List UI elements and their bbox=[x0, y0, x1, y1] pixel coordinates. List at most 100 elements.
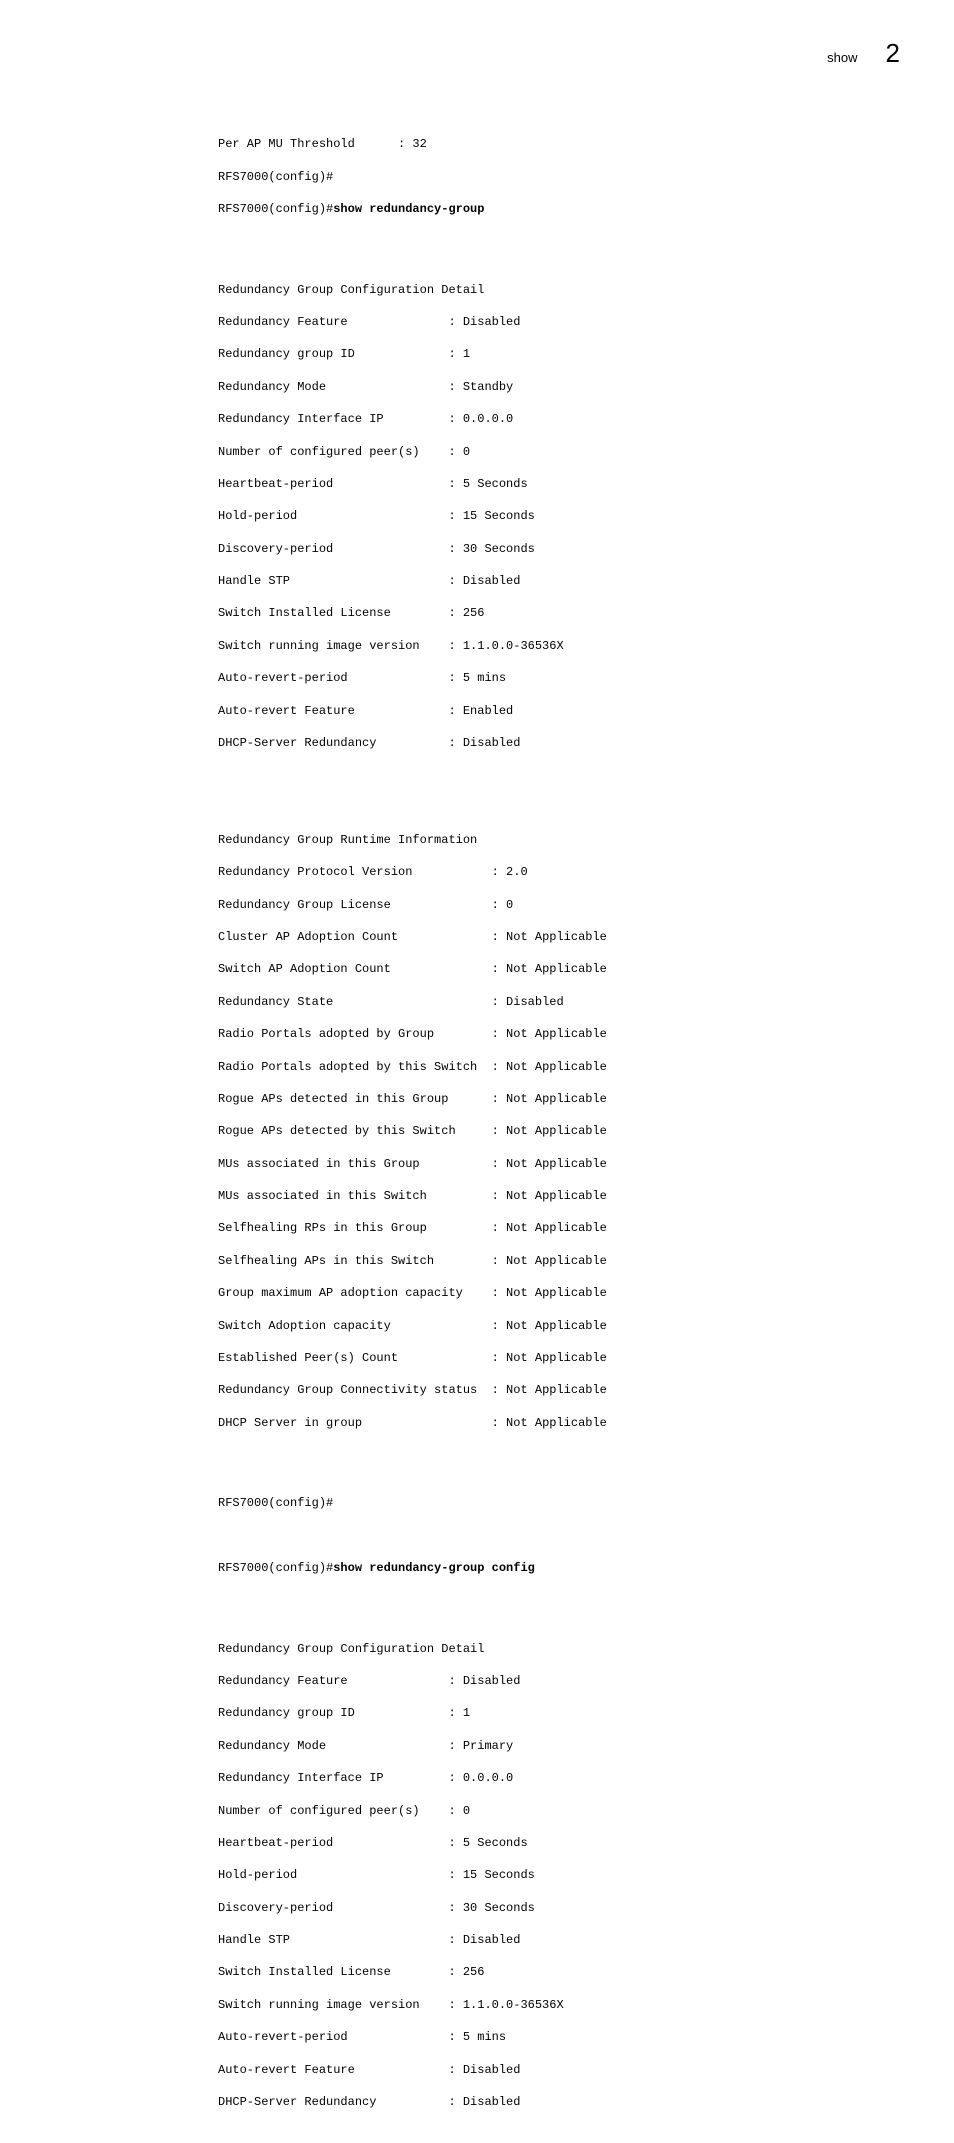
kv-key: Hold-period bbox=[218, 1868, 448, 1882]
kv-key: Switch running image version bbox=[218, 639, 448, 653]
kv-val: : 1 bbox=[448, 347, 470, 361]
section-1-title: Redundancy Group Configuration Detail bbox=[218, 282, 954, 298]
kv-key: Number of configured peer(s) bbox=[218, 1804, 448, 1818]
kv-val: : Not Applicable bbox=[492, 962, 607, 976]
kv-key: Redundancy group ID bbox=[218, 347, 448, 361]
kv-row: Selfhealing APs in this Switch : Not App… bbox=[218, 1253, 954, 1269]
kv-row: Auto-revert-period : 5 mins bbox=[218, 670, 954, 686]
kv-val: : Disabled bbox=[448, 2063, 520, 2077]
kv-val: : 256 bbox=[448, 606, 484, 620]
kv-row: Redundancy Feature : Disabled bbox=[218, 1673, 954, 1689]
kv-val: : 1.1.0.0-36536X bbox=[448, 1998, 563, 2012]
kv-row: Switch running image version : 1.1.0.0-3… bbox=[218, 638, 954, 654]
kv-val: : 1.1.0.0-36536X bbox=[448, 639, 563, 653]
kv-key: Auto-revert Feature bbox=[218, 704, 448, 718]
kv-val: : 0 bbox=[492, 898, 514, 912]
kv-row: DHCP Server in group : Not Applicable bbox=[218, 1415, 954, 1431]
kv-val: : Primary bbox=[448, 1739, 513, 1753]
kv-key: Redundancy Mode bbox=[218, 380, 448, 394]
kv-row: Redundancy Mode : Primary bbox=[218, 1738, 954, 1754]
kv-val: : Not Applicable bbox=[492, 1254, 607, 1268]
kv-row: Redundancy group ID : 1 bbox=[218, 346, 954, 362]
kv-key: DHCP-Server Redundancy bbox=[218, 736, 448, 750]
kv-row: Redundancy State : Disabled bbox=[218, 994, 954, 1010]
kv-key: MUs associated in this Group bbox=[218, 1157, 492, 1171]
mid-prompt-1: RFS7000(config)# bbox=[218, 1495, 954, 1511]
kv-key: Redundancy Interface IP bbox=[218, 1771, 448, 1785]
kv-key: Cluster AP Adoption Count bbox=[218, 930, 492, 944]
kv-key: Redundancy Protocol Version bbox=[218, 865, 492, 879]
kv-key: Redundancy Feature bbox=[218, 315, 448, 329]
kv-row: Discovery-period : 30 Seconds bbox=[218, 541, 954, 557]
kv-key: Redundancy group ID bbox=[218, 1706, 448, 1720]
kv-row: Cluster AP Adoption Count : Not Applicab… bbox=[218, 929, 954, 945]
intro-prompt: RFS7000(config)# bbox=[218, 202, 333, 216]
kv-val: : 0.0.0.0 bbox=[448, 1771, 513, 1785]
kv-val: : 15 Seconds bbox=[448, 509, 534, 523]
kv-key: Discovery-period bbox=[218, 1901, 448, 1915]
kv-key: Rogue APs detected in this Group bbox=[218, 1092, 492, 1106]
kv-key: DHCP Server in group bbox=[218, 1416, 492, 1430]
kv-val: : Not Applicable bbox=[492, 1124, 607, 1138]
kv-key: Radio Portals adopted by this Switch bbox=[218, 1060, 492, 1074]
kv-row: DHCP-Server Redundancy : Disabled bbox=[218, 2094, 954, 2110]
kv-key: Heartbeat-period bbox=[218, 477, 448, 491]
kv-val: : Not Applicable bbox=[492, 1157, 607, 1171]
kv-row: Heartbeat-period : 5 Seconds bbox=[218, 1835, 954, 1851]
kv-val: : Disabled bbox=[448, 1933, 520, 1947]
kv-key: Radio Portals adopted by Group bbox=[218, 1027, 492, 1041]
kv-val: : 256 bbox=[448, 1965, 484, 1979]
section-3-title: Redundancy Group Configuration Detail bbox=[218, 1641, 954, 1657]
kv-val: : Not Applicable bbox=[492, 1351, 607, 1365]
mid-command-line: RFS7000(config)#show redundancy-group co… bbox=[218, 1560, 954, 1576]
kv-key: Switch running image version bbox=[218, 1998, 448, 2012]
kv-val: : 5 Seconds bbox=[448, 477, 527, 491]
mid-command: show redundancy-group config bbox=[333, 1561, 535, 1575]
kv-row: Rogue APs detected by this Switch : Not … bbox=[218, 1123, 954, 1139]
kv-val: : Standby bbox=[448, 380, 513, 394]
kv-val: : 0 bbox=[448, 445, 470, 459]
kv-row: Handle STP : Disabled bbox=[218, 1932, 954, 1948]
kv-val: : Disabled bbox=[448, 574, 520, 588]
kv-row: Redundancy Interface IP : 0.0.0.0 bbox=[218, 411, 954, 427]
kv-val: : Not Applicable bbox=[492, 1189, 607, 1203]
kv-val: : Not Applicable bbox=[492, 1319, 607, 1333]
intro-line-2: RFS7000(config)# bbox=[218, 169, 954, 185]
kv-val: : 30 Seconds bbox=[448, 1901, 534, 1915]
section-1: Redundancy Group Configuration Detail Re… bbox=[218, 266, 954, 768]
kv-row: Switch Installed License : 256 bbox=[218, 1964, 954, 1980]
kv-key: Discovery-period bbox=[218, 542, 448, 556]
kv-row: Redundancy group ID : 1 bbox=[218, 1705, 954, 1721]
kv-row: Switch Installed License : 256 bbox=[218, 605, 954, 621]
kv-key: Number of configured peer(s) bbox=[218, 445, 448, 459]
kv-key: Handle STP bbox=[218, 574, 448, 588]
kv-row: Auto-revert-period : 5 mins bbox=[218, 2029, 954, 2045]
kv-val: : Disabled bbox=[448, 1674, 520, 1688]
kv-key: Redundancy State bbox=[218, 995, 492, 1009]
kv-row: Redundancy Mode : Standby bbox=[218, 379, 954, 395]
kv-key: Hold-period bbox=[218, 509, 448, 523]
page-header: show 2 bbox=[827, 36, 900, 71]
kv-val: : 0.0.0.0 bbox=[448, 412, 513, 426]
kv-key: DHCP-Server Redundancy bbox=[218, 2095, 448, 2109]
kv-row: Redundancy Feature : Disabled bbox=[218, 314, 954, 330]
section-2: Redundancy Group Runtime Information Red… bbox=[218, 816, 954, 1447]
kv-row: Redundancy Group Connectivity status : N… bbox=[218, 1382, 954, 1398]
kv-val: : Not Applicable bbox=[492, 930, 607, 944]
section-3: Redundancy Group Configuration Detail Re… bbox=[218, 1625, 954, 2127]
mid-prompt: RFS7000(config)# bbox=[218, 1561, 333, 1575]
kv-key: Switch AP Adoption Count bbox=[218, 962, 492, 976]
kv-row: Switch AP Adoption Count : Not Applicabl… bbox=[218, 961, 954, 977]
kv-key: Auto-revert-period bbox=[218, 671, 448, 685]
kv-row: Heartbeat-period : 5 Seconds bbox=[218, 476, 954, 492]
kv-val: : 5 Seconds bbox=[448, 1836, 527, 1850]
kv-row: Number of configured peer(s) : 0 bbox=[218, 444, 954, 460]
kv-row: Switch running image version : 1.1.0.0-3… bbox=[218, 1997, 954, 2013]
kv-key: Redundancy Group License bbox=[218, 898, 492, 912]
kv-val: : Enabled bbox=[448, 704, 513, 718]
kv-val: : Not Applicable bbox=[492, 1060, 607, 1074]
kv-key: Auto-revert Feature bbox=[218, 2063, 448, 2077]
kv-val: : Disabled bbox=[448, 736, 520, 750]
kv-val: : Disabled bbox=[448, 2095, 520, 2109]
kv-key: Redundancy Mode bbox=[218, 1739, 448, 1753]
